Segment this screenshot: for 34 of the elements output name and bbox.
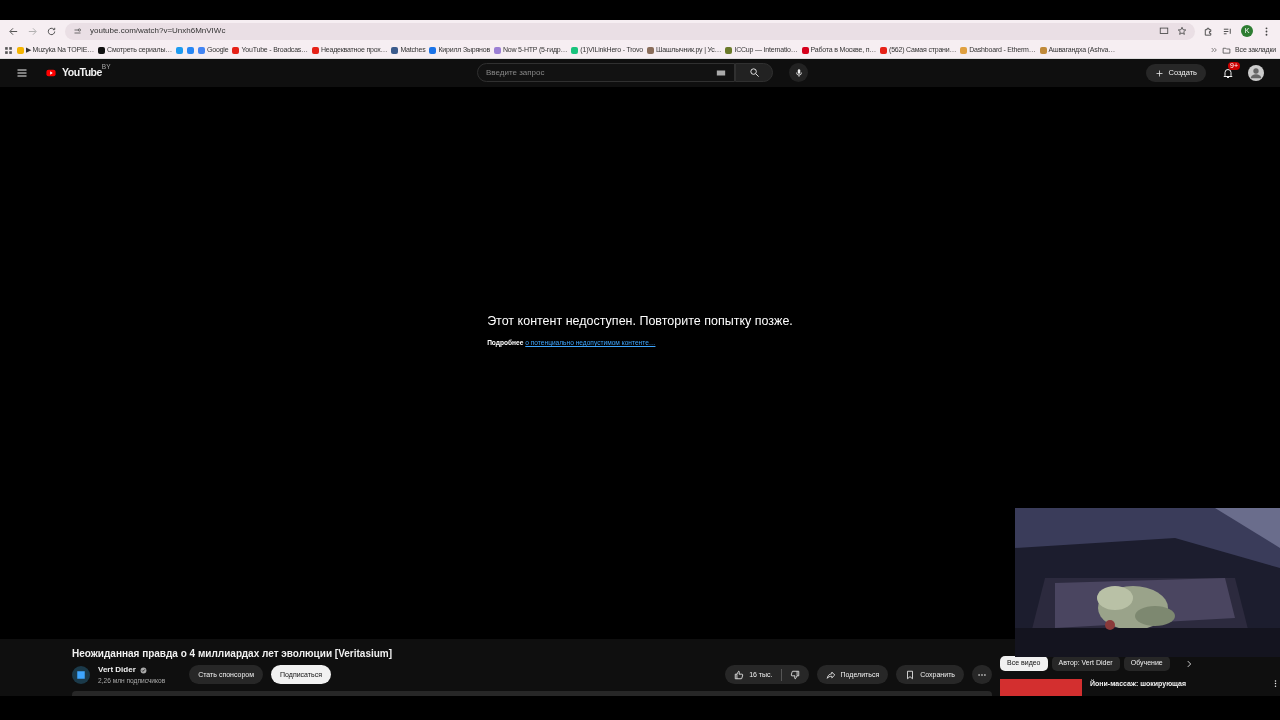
bell-icon[interactable] — [1222, 67, 1234, 79]
extensions-icon[interactable] — [1203, 25, 1214, 37]
more-actions-button[interactable] — [972, 665, 992, 685]
folder-icon[interactable] — [1222, 45, 1232, 55]
bookmark-icon — [905, 669, 916, 680]
star-icon[interactable] — [1177, 26, 1187, 36]
error-message: Этот контент недоступен. Повторите попытку позже. — [487, 312, 793, 330]
search-icon — [748, 67, 760, 78]
search-field[interactable]: Введите запрос — [477, 63, 735, 82]
logo-text[interactable]: YouTube — [62, 65, 102, 81]
address-bar[interactable]: youtube.com/watch?v=Unxh6MnVIWc — [65, 22, 1195, 40]
avatar-icon[interactable] — [1248, 65, 1264, 81]
voice-search-button[interactable] — [789, 63, 808, 82]
bookmark-icon[interactable] — [176, 46, 184, 54]
url-text: youtube.com/watch?v=Unxh6MnVIWc — [90, 25, 226, 37]
bookmark-icon[interactable] — [187, 46, 195, 54]
thumbs-down-icon[interactable] — [789, 669, 800, 680]
channel-avatar-icon[interactable] — [72, 665, 90, 684]
back-icon[interactable] — [8, 25, 19, 37]
channel-name[interactable]: Vert Dider — [98, 664, 136, 676]
apps-icon[interactable] — [4, 45, 13, 55]
thumbs-up-icon — [734, 669, 745, 680]
search-button[interactable] — [735, 63, 773, 82]
plus-icon — [1155, 68, 1165, 78]
site-settings-icon[interactable] — [73, 26, 82, 36]
share-arrow-icon — [825, 669, 836, 680]
play-logo-icon[interactable] — [44, 68, 58, 78]
chevron-right-icon[interactable] — [1184, 658, 1194, 669]
placeholder-text: Введите запрос — [486, 66, 546, 79]
menu-icon[interactable] — [16, 67, 28, 79]
install-app-icon[interactable] — [1159, 26, 1169, 36]
video-title: Неожиданная правда о 4 миллиардах лет эволюции [Veritasium] — [72, 647, 394, 661]
reload-icon[interactable] — [46, 25, 57, 37]
microphone-icon — [793, 67, 804, 78]
